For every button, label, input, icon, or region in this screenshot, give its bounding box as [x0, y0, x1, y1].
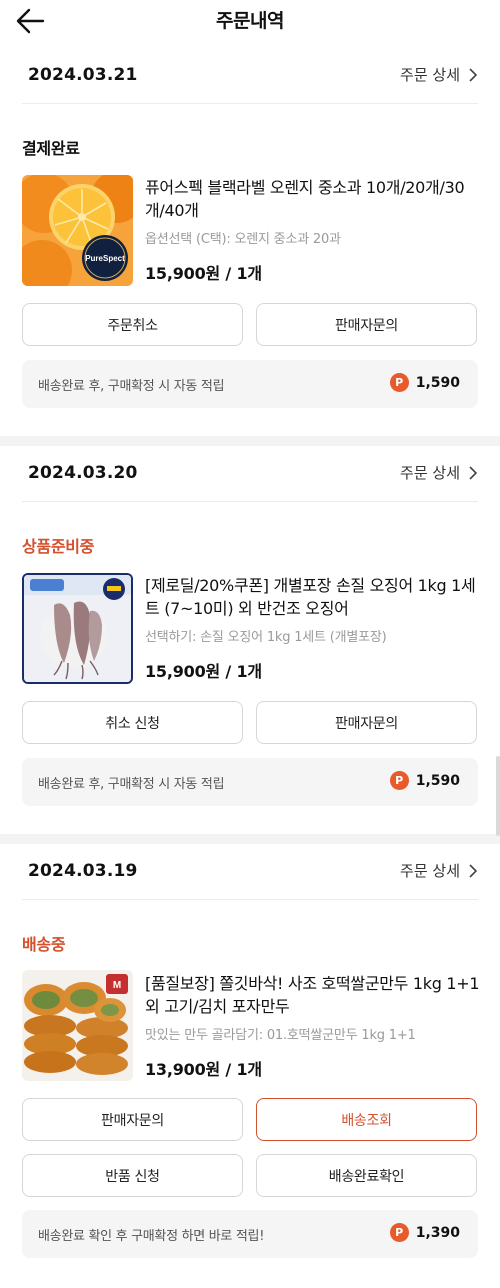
order-date: 2024.03.20 — [28, 463, 138, 483]
order-header: 2024.03.21 주문 상세 — [22, 58, 478, 104]
order-detail-link[interactable]: 주문 상세 — [400, 64, 478, 85]
points-text: 배송완료 확인 후 구매확정 하면 바로 적립! — [38, 1229, 265, 1244]
order-card: 2024.03.21 주문 상세 결제완료 PureSpect 퓨어스펙 블랙라… — [0, 58, 500, 438]
order-detail-label: 주문 상세 — [400, 862, 460, 880]
order-status: 결제완료 — [22, 139, 80, 158]
order-status: 배송중 — [22, 935, 66, 954]
order-status: 상품준비중 — [22, 537, 95, 556]
order-card: 2024.03.20 주문 상세 상품준비중 [제로딜/20%쿠폰] 개별포장 … — [0, 456, 500, 836]
product-image-squid[interactable] — [22, 573, 133, 684]
seller-inquiry-button[interactable]: 판매자문의 — [256, 701, 477, 744]
points-info: 배송완료 후, 구매확정 시 자동 적립 P 1,590 — [22, 758, 478, 806]
point-icon: P — [389, 1223, 409, 1242]
points-info: 배송완료 확인 후 구매확정 하면 바로 적립! P 1,390 — [22, 1210, 478, 1258]
order-detail-link[interactable]: 주문 상세 — [400, 462, 478, 483]
points-amount: 1,390 — [415, 1224, 460, 1241]
product-image-dumpling[interactable]: M — [22, 970, 133, 1081]
product-price: 13,900원 / 1개 — [145, 1060, 262, 1079]
chevron-right-icon — [469, 863, 478, 878]
product-image-orange[interactable]: PureSpect — [22, 175, 133, 286]
seller-inquiry-button[interactable]: 판매자문의 — [22, 1098, 243, 1141]
points-amount: 1,590 — [415, 374, 460, 391]
point-icon: P — [389, 373, 409, 392]
cancel-order-button[interactable]: 주문취소 — [22, 303, 243, 346]
order-detail-label: 주문 상세 — [400, 464, 460, 482]
chevron-right-icon — [469, 67, 478, 82]
order-detail-link[interactable]: 주문 상세 — [400, 860, 478, 881]
order-header: 2024.03.19 주문 상세 — [22, 854, 478, 900]
points-info: 배송완료 후, 구매확정 시 자동 적립 P 1,590 — [22, 360, 478, 408]
product-option: 선택하기: 손질 오징어 1kg 1세트 (개별포장) — [145, 630, 387, 645]
points-value: P 1,590 — [389, 771, 460, 790]
order-header: 2024.03.20 주문 상세 — [22, 456, 478, 502]
brand-seal-text: PureSpect — [85, 254, 125, 263]
seller-inquiry-button[interactable]: 판매자문의 — [256, 303, 477, 346]
product-title[interactable]: 퓨어스펙 블랙라벨 오렌지 중소과 10개/20개/30개/40개 — [145, 176, 480, 222]
order-date: 2024.03.21 — [28, 65, 138, 85]
product-title[interactable]: [품질보장] 쫄깃바삭! 사조 호떡쌀군만두 1kg 1+1 외 고기/김치 포… — [145, 972, 480, 1018]
order-date: 2024.03.19 — [28, 861, 138, 881]
points-amount: 1,590 — [415, 772, 460, 789]
section-divider — [0, 834, 500, 844]
confirm-delivery-button[interactable]: 배송완료확인 — [256, 1154, 477, 1197]
track-delivery-button[interactable]: 배송조회 — [256, 1098, 477, 1141]
cancel-request-button[interactable]: 취소 신청 — [22, 701, 243, 744]
page-title: 주문내역 — [216, 10, 284, 32]
points-text: 배송완료 후, 구매확정 시 자동 적립 — [38, 777, 225, 792]
order-card: 2024.03.19 주문 상세 배송중 M [품질보장] 쫄깃바삭! 사조 호… — [0, 854, 500, 1288]
return-request-button[interactable]: 반품 신청 — [22, 1154, 243, 1197]
product-option: 옵션선택 (C택): 오렌지 중소과 20과 — [145, 232, 341, 247]
points-value: P 1,390 — [389, 1223, 460, 1242]
svg-text:M: M — [113, 980, 121, 991]
order-detail-label: 주문 상세 — [400, 66, 460, 84]
point-icon: P — [389, 771, 409, 790]
section-divider — [0, 436, 500, 446]
product-option: 맛있는 만두 골라담기: 01.호떡쌀군만두 1kg 1+1 — [145, 1028, 416, 1043]
product-title[interactable]: [제로딜/20%쿠폰] 개별포장 손질 오징어 1kg 1세트 (7~10미) … — [145, 574, 480, 620]
top-bar: 주문내역 — [0, 0, 500, 40]
product-price: 15,900원 / 1개 — [145, 264, 262, 283]
product-price: 15,900원 / 1개 — [145, 662, 262, 681]
points-text: 배송완료 후, 구매확정 시 자동 적립 — [38, 379, 225, 394]
scrollbar[interactable] — [496, 756, 500, 836]
points-value: P 1,590 — [389, 373, 460, 392]
chevron-right-icon — [469, 465, 478, 480]
